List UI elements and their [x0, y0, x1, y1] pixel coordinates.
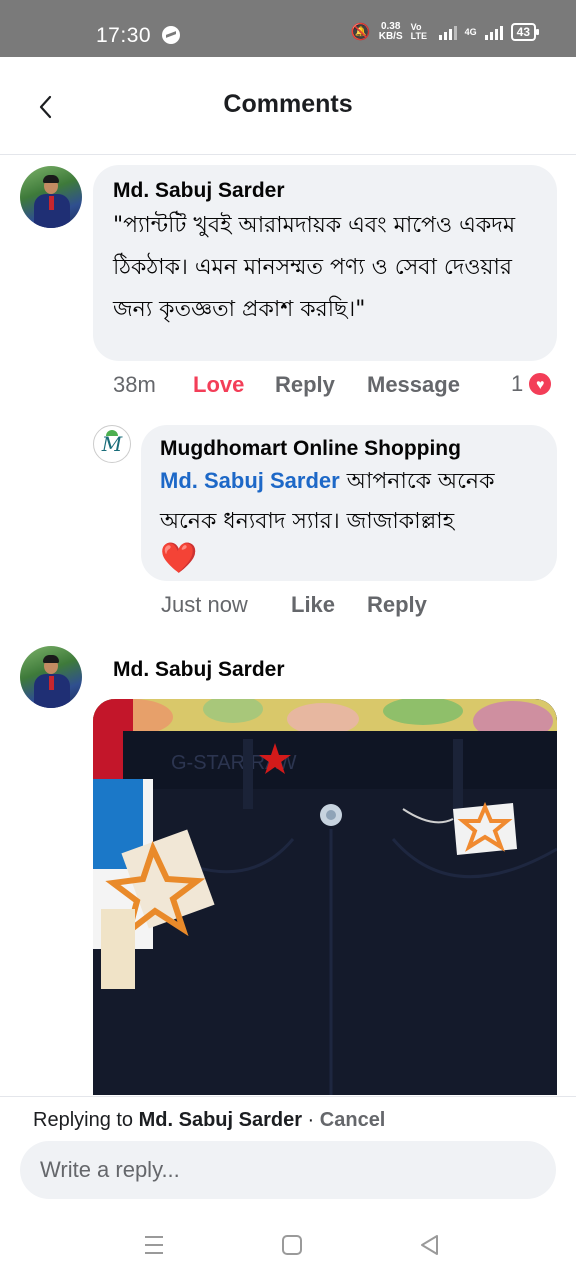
- comment-author[interactable]: Md. Sabuj Sarder: [113, 179, 537, 203]
- avatar[interactable]: [20, 166, 82, 228]
- replying-name: Md. Sabuj Sarder: [138, 1109, 302, 1131]
- love-button[interactable]: Love: [193, 372, 275, 398]
- replying-prefix: Replying to: [33, 1109, 134, 1131]
- comments-header: Comments: [0, 57, 576, 155]
- home-square-icon[interactable]: [278, 1231, 306, 1259]
- status-bar: 17:30 🔕 0.38 KB/S Vo LTE 4G 43: [0, 0, 576, 57]
- app-root: 17:30 🔕 0.38 KB/S Vo LTE 4G 43 Comments …: [0, 0, 576, 1280]
- heart-reaction-icon: ♥: [527, 371, 554, 397]
- replying-to-label: Replying to Md. Sabuj Sarder · Cancel: [33, 1109, 385, 1132]
- reaction-count[interactable]: 1 ♥: [511, 371, 554, 397]
- mention-link[interactable]: Md. Sabuj Sarder: [160, 468, 340, 493]
- reply-reply-button[interactable]: Reply: [367, 592, 427, 618]
- reply-text: Md. Sabuj Sarder আপনাকে অনেক অনেক ধন্যবা…: [160, 461, 537, 582]
- cancel-reply-button[interactable]: Cancel: [320, 1109, 386, 1131]
- signal-icon-2: [484, 24, 503, 40]
- comment-bubble[interactable]: Md. Sabuj Sarder "প্যান্টটি খুবই আরামদায…: [93, 165, 557, 361]
- comment-actions: 38m Love Reply Message: [113, 372, 460, 398]
- jeans-photo: G-STAR RAW: [93, 699, 557, 1095]
- replying-separator: ·: [302, 1109, 320, 1131]
- red-heart-emoji: ❤️: [160, 541, 198, 576]
- avatar[interactable]: [20, 646, 82, 708]
- battery-level: 43: [516, 25, 530, 39]
- comment-author[interactable]: Md. Sabuj Sarder: [113, 658, 285, 682]
- reply-bubble[interactable]: Mugdhomart Online Shopping Md. Sabuj Sar…: [141, 425, 557, 581]
- comment-time: 38m: [113, 372, 156, 397]
- net-speed-unit: KB/S: [378, 31, 403, 42]
- menu-icon[interactable]: [140, 1231, 168, 1259]
- system-nav-bar: [0, 1215, 576, 1275]
- reply-author[interactable]: Mugdhomart Online Shopping: [160, 437, 537, 461]
- reply-input[interactable]: [20, 1141, 556, 1199]
- volte-label: Vo LTE: [410, 22, 427, 41]
- reply-actions: Just now Like Reply: [161, 592, 427, 618]
- page-avatar[interactable]: M: [93, 425, 131, 463]
- message-button[interactable]: Message: [367, 372, 460, 398]
- reply-button[interactable]: Reply: [275, 372, 367, 398]
- status-time: 17:30: [96, 24, 152, 47]
- reply-time: Just now: [161, 592, 248, 617]
- page-avatar-letter: M: [101, 432, 123, 456]
- net-speed: 0.38 KB/S: [379, 22, 403, 42]
- messenger-icon: [162, 26, 180, 44]
- comment-text: "প্যান্টটি খুবই আরামদায়ক এবং মাপেও একদম…: [113, 213, 516, 322]
- comment-photo[interactable]: G-STAR RAW: [93, 699, 557, 1095]
- status-indicators: 🔕 0.38 KB/S Vo LTE 4G 43: [350, 22, 540, 42]
- back-triangle-icon[interactable]: [416, 1231, 444, 1259]
- signal-icon: [438, 24, 457, 40]
- like-button[interactable]: Like: [291, 592, 367, 618]
- page-title: Comments: [223, 90, 353, 118]
- mute-icon: 🔕: [350, 24, 371, 41]
- network-label: 4G: [464, 27, 477, 37]
- reaction-number: 1: [511, 371, 524, 396]
- battery-icon: 43: [510, 23, 540, 41]
